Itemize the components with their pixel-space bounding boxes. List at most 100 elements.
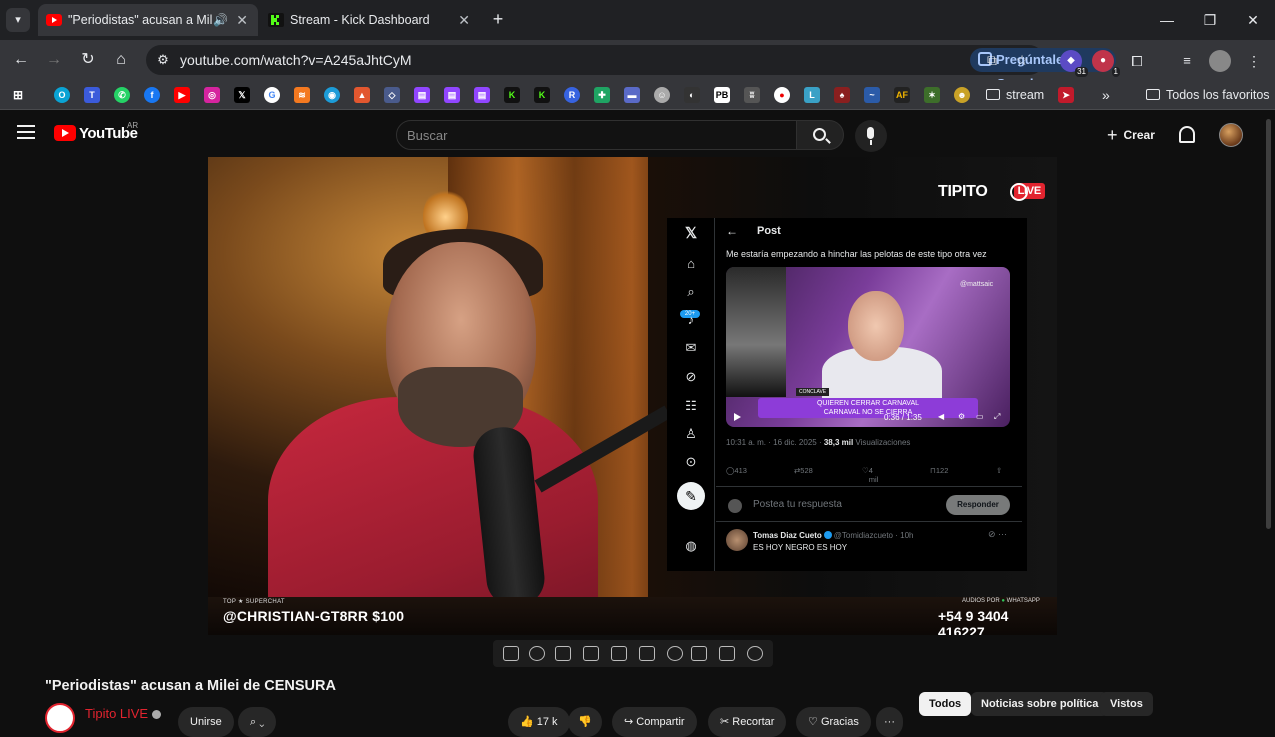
channel-name[interactable]: Tipito LIVE [85,706,162,721]
address-bar[interactable]: ⚙ youtube.com/watch?v=A245aJhtCyM Pregún… [146,45,1116,91]
restore-icon[interactable]: ❐ [1198,8,1222,32]
chip-noticias-politica[interactable]: Noticias sobre política [971,692,1109,716]
video-icon[interactable] [555,646,571,661]
create-button[interactable]: + Crear [1101,121,1165,149]
media-control-icon[interactable]: ≡ [1176,50,1198,72]
page-scrollbar[interactable] [1266,119,1271,529]
more-bookmarks-chevron-icon[interactable]: » [1102,80,1110,110]
kick-bookmark-icon[interactable]: K [534,87,550,103]
whatsapp-icon[interactable]: ✆ [114,87,130,103]
google-icon[interactable]: G [264,87,280,103]
channel-avatar[interactable] [45,703,75,733]
search-icon: ⌕ [687,284,695,299]
search-input[interactable] [397,121,796,149]
url-text[interactable]: youtube.com/watch?v=A245aJhtCyM [180,45,412,75]
whatsapp-caption: AUDIOS POR ● WHATSAPP [962,598,1040,604]
bookmark-record-icon[interactable]: ● [774,87,790,103]
chip-vistos[interactable]: Vistos [1100,692,1153,716]
speed-icon[interactable] [667,646,683,661]
video-player[interactable]: TIPITO LIVE 𝕏 ⌂ ⌕ 20+ ♪ ✉ ⊘ ☷ ♙ ⊙ ✎ ◍ ← … [208,157,1057,635]
bookmark-l-icon[interactable]: L [804,87,820,103]
like-button[interactable]: 👍 17 k [508,707,570,737]
home-icon[interactable]: ⌂ [108,48,134,72]
clip-button[interactable]: ✂ Recortar [708,707,787,737]
screenshot-camera-icon[interactable] [719,646,735,661]
youtube-bookmark-icon[interactable]: ▶ [174,87,190,103]
youtube-logo-icon[interactable] [54,125,76,141]
bookmark-wolf-icon[interactable]: ʬ [744,87,760,103]
tab-search-button[interactable]: ▾ [6,8,30,32]
x-twitter-icon[interactable]: 𝕏 [234,87,250,103]
kick-bookmark-icon[interactable]: K [504,87,520,103]
notifications-bell-icon[interactable] [1179,126,1195,143]
bookmark-card-icon[interactable]: ▬ [624,87,640,103]
bookmark-shield-icon[interactable]: ◇ [384,87,400,103]
cinema-icon[interactable] [583,646,599,661]
tab-youtube[interactable]: "Periodistas" acusan a Milei 🔊 ✕ [38,4,258,36]
close-icon[interactable]: ✕ [236,4,248,36]
bookmark-puzzle-icon[interactable]: ✚ [594,87,610,103]
loop-icon[interactable] [503,646,519,661]
popup-icon[interactable] [691,646,707,661]
join-button[interactable]: Unirse [178,707,234,737]
bookmark-coin-icon[interactable]: ☻ [954,87,970,103]
dislike-button[interactable]: 👎 [568,707,602,737]
mini-player-icon[interactable] [611,646,627,661]
red-extension-icon[interactable]: ● 1 [1092,50,1120,77]
bookmark-red-arrow-icon[interactable]: ➤ [1058,87,1074,103]
bookmark-folder-stream[interactable]: stream [986,80,1044,110]
tab-kick[interactable]: Stream - Kick Dashboard ✕ [260,4,480,36]
whatsapp-phone: +54 9 3404 416227 [938,608,1009,635]
bookmark-drop-icon[interactable]: ▲ [354,87,370,103]
all-bookmarks-folder[interactable]: Todos los favoritos [1146,80,1270,110]
extensions-puzzle-icon[interactable]: ⧠ [1126,50,1148,72]
bookmark-pb-icon[interactable]: PB [714,87,730,103]
minimize-icon[interactable]: — [1155,8,1179,32]
share-button[interactable]: ↪ Compartir [612,707,697,737]
bookmark-wave-icon[interactable]: ~ [864,87,880,103]
search-button[interactable] [796,120,844,150]
bookmark-face-icon[interactable]: ☺ [654,87,670,103]
home-icon: ⌂ [687,256,695,271]
speaker-icon[interactable]: 🔊 [213,4,228,36]
instagram-icon[interactable]: ◎ [204,87,220,103]
folder-icon [1146,89,1160,100]
calendar-extension-icon[interactable]: ◆ 31 [1060,50,1088,77]
back-icon[interactable]: ← [8,48,34,72]
apps-grid-icon[interactable]: ⊞ [10,87,26,103]
bookmark-af-icon[interactable]: AF [894,87,910,103]
window-close-icon[interactable]: ✕ [1241,8,1265,32]
bookmark-dark-icon[interactable]: ◐ [684,87,700,103]
reload-icon[interactable]: ↻ [75,48,101,72]
bookmark-devil-icon[interactable]: ♠ [834,87,850,103]
more-actions-button[interactable]: ··· [876,707,903,737]
bookmark-star-green-icon[interactable]: ✶ [924,87,940,103]
hamburger-menu-icon[interactable] [17,125,35,139]
close-icon[interactable]: ✕ [458,4,470,36]
gear-icon[interactable] [747,646,763,661]
soundcloud-icon[interactable]: ≋ [294,87,310,103]
bookmark-blue-icon[interactable]: ◉ [324,87,340,103]
bookmark-star-icon[interactable]: ☆ [1012,50,1032,70]
x-post-meta: 10:31 a. m. · 16 dic. 2025 · 38,3 mil Vi… [726,438,911,447]
menu-kebab-icon[interactable]: ⋮ [1243,50,1265,72]
thanks-button[interactable]: ♡ Gracias [796,707,871,737]
bookmark-t-icon[interactable]: T [84,87,100,103]
forward-icon[interactable]: → [41,48,67,72]
bookmark-r-icon[interactable]: R [564,87,580,103]
twitch-icon[interactable]: ▤ [414,87,430,103]
twitch-icon[interactable]: ▤ [474,87,490,103]
twitch-icon[interactable]: ▤ [444,87,460,103]
facebook-icon[interactable]: f [144,87,160,103]
new-tab-button[interactable]: + [488,8,508,32]
site-info-icon[interactable]: ⚙ [154,51,172,69]
bookmark-circle-icon[interactable]: O [54,87,70,103]
chip-todos[interactable]: Todos [919,692,972,716]
profile-avatar[interactable] [1209,50,1231,72]
account-avatar[interactable] [1219,123,1243,147]
voice-search-mic-icon[interactable] [855,120,887,152]
theater-icon[interactable] [639,646,655,661]
subscribe-bell-button[interactable]: ⌕ ⌄ [238,707,277,737]
audio-wave-icon[interactable] [529,646,545,661]
install-app-icon[interactable]: ⧉ [982,50,1002,70]
